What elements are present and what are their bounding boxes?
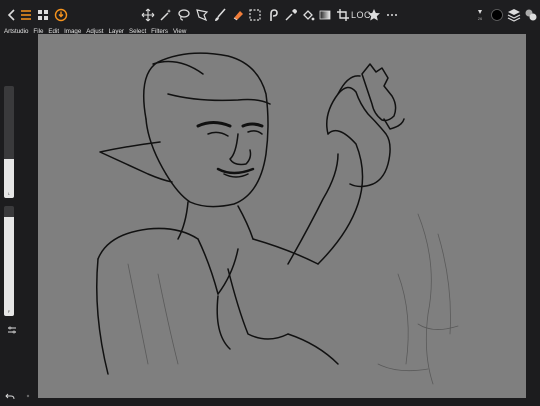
undo-icon[interactable] bbox=[0, 386, 20, 406]
magic-wand-icon[interactable] bbox=[156, 5, 176, 25]
swap-colors-icon[interactable] bbox=[521, 5, 540, 25]
select-rect-icon[interactable] bbox=[245, 5, 265, 25]
brush-opacity-slider[interactable]: F bbox=[4, 206, 14, 316]
redo-icon[interactable] bbox=[18, 386, 38, 406]
more-icon[interactable] bbox=[382, 5, 402, 25]
svg-text:26: 26 bbox=[478, 16, 483, 21]
transform-icon[interactable] bbox=[192, 5, 212, 25]
smudge-icon[interactable] bbox=[263, 5, 283, 25]
left-panel: L F bbox=[0, 34, 30, 405]
gradient-icon[interactable] bbox=[315, 5, 335, 25]
grid-icon[interactable] bbox=[33, 5, 53, 25]
app-logo-icon[interactable] bbox=[51, 5, 71, 25]
brush-size-label: L bbox=[7, 191, 11, 196]
brush-opacity-fill bbox=[4, 217, 14, 316]
brush-size-slider[interactable]: L bbox=[4, 86, 14, 198]
drawing-canvas[interactable] bbox=[38, 34, 526, 398]
adjustments-icon[interactable] bbox=[2, 320, 22, 340]
star-icon[interactable] bbox=[364, 5, 384, 25]
brush-opacity-label: F bbox=[7, 309, 11, 314]
move-icon[interactable] bbox=[138, 5, 158, 25]
sketch-artwork bbox=[96, 52, 459, 385]
brush-icon[interactable] bbox=[210, 5, 230, 25]
lasso-icon[interactable] bbox=[174, 5, 194, 25]
right-panel bbox=[526, 30, 540, 405]
